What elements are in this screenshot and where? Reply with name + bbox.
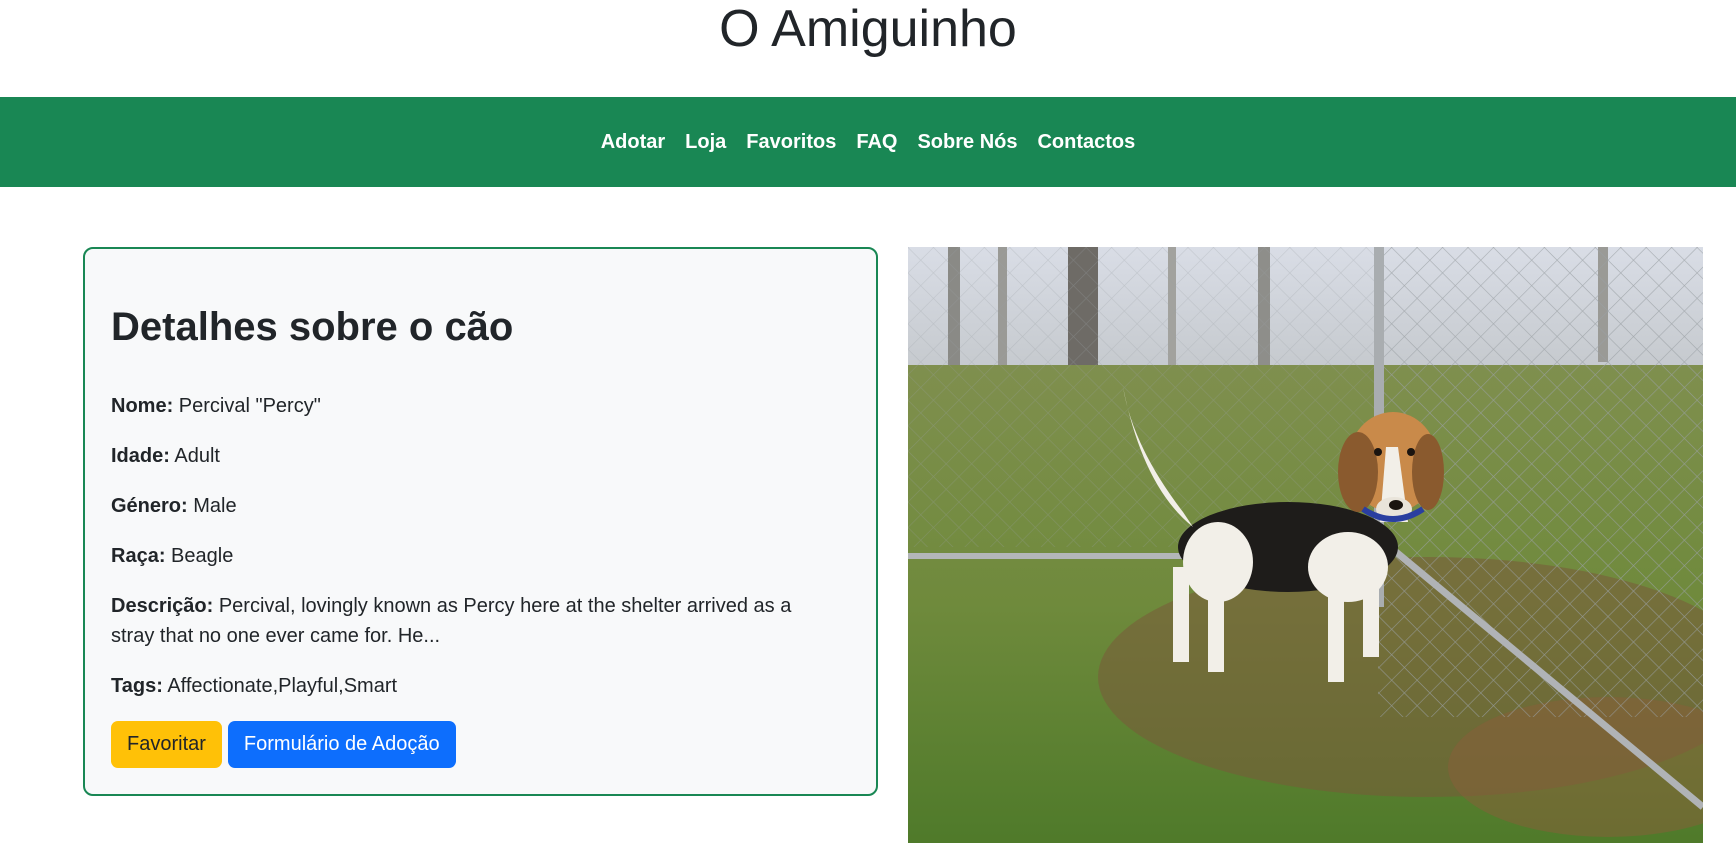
field-value: Percival "Percy" <box>178 395 321 417</box>
nav-item-faq[interactable]: FAQ <box>846 131 907 154</box>
main-navbar: Adotar Loja Favoritos FAQ Sobre Nós Cont… <box>0 97 1736 187</box>
beagle-dog-image <box>908 247 1703 843</box>
nav-item-contactos[interactable]: Contactos <box>1027 131 1145 154</box>
favorite-button[interactable]: Favoritar <box>111 721 222 768</box>
field-genero: Género: Male <box>111 491 850 521</box>
nav-item-loja[interactable]: Loja <box>675 131 736 154</box>
adoption-form-button[interactable]: Formulário de Adoção <box>227 721 456 768</box>
field-value: Percival, lovingly known as Percy here a… <box>111 595 792 647</box>
nav-item-sobre-nos[interactable]: Sobre Nós <box>907 131 1027 154</box>
dog-photo <box>908 247 1703 843</box>
site-title: O Amiguinho <box>719 0 1017 58</box>
field-label: Tags: <box>111 675 163 697</box>
field-value: Affectionate,Playful,Smart <box>167 675 398 697</box>
field-idade: Idade: Adult <box>111 441 850 471</box>
field-label: Nome: <box>111 395 174 417</box>
field-value: Male <box>193 495 237 517</box>
field-tags: Tags: Affectionate,Playful,Smart <box>111 671 850 701</box>
nav-item-adotar[interactable]: Adotar <box>591 131 675 154</box>
field-label: Idade: <box>111 445 170 467</box>
dog-details-card: Detalhes sobre o cão Nome: Percival "Per… <box>83 247 878 796</box>
field-value: Adult <box>174 445 220 467</box>
field-label: Descrição: <box>111 595 214 617</box>
field-label: Raça: <box>111 545 166 567</box>
card-title: Detalhes sobre o cão <box>111 305 514 349</box>
field-descricao: Descrição: Percival, lovingly known as P… <box>111 591 831 651</box>
action-buttons: Favoritar Formulário de Adoção <box>111 721 850 768</box>
field-raca: Raça: Beagle <box>111 541 850 571</box>
nav-item-favoritos[interactable]: Favoritos <box>736 131 846 154</box>
field-nome: Nome: Percival "Percy" <box>111 391 850 421</box>
field-label: Género: <box>111 495 188 517</box>
field-value: Beagle <box>171 545 234 567</box>
